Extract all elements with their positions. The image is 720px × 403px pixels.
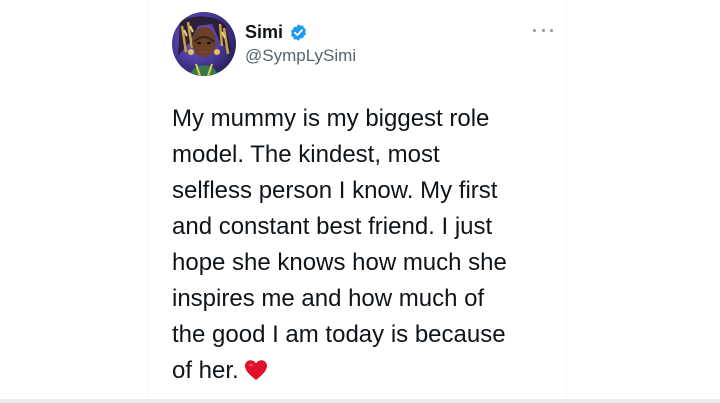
tweet-text-line: the good I am today is because [172,321,506,348]
bottom-divider [0,399,720,403]
tweet-text-line: of her. [172,357,239,384]
dot [550,28,553,32]
tweet-text-line: model. The kindest, most [172,141,440,168]
dot [533,28,536,32]
tweet-text-line: selfless person I know. My first [172,177,498,204]
tweet-text-line: My mummy is my biggest role [172,105,490,132]
tweet-text: My mummy is my biggest role model. The k… [172,101,572,389]
tweet-text-line: and constant best friend. I just [172,213,493,240]
profile-photo-avatar-icon [172,12,236,76]
display-name[interactable]: Simi [245,21,283,43]
avatar[interactable] [172,12,236,76]
dot [541,28,545,32]
verified-badge-icon [290,24,307,41]
red-heart-icon [244,360,267,380]
tweet-text-line: inspires me and how much of [172,285,485,312]
tweet-text-last-line: of her. [172,353,572,389]
tweet-text-line: hope she knows how much she [172,249,507,276]
user-handle[interactable]: @SympLySimi [245,45,356,67]
page: Simi @SympLySimi My mummy is my biggest … [0,0,720,403]
ellipsis-icon[interactable] [533,23,553,37]
